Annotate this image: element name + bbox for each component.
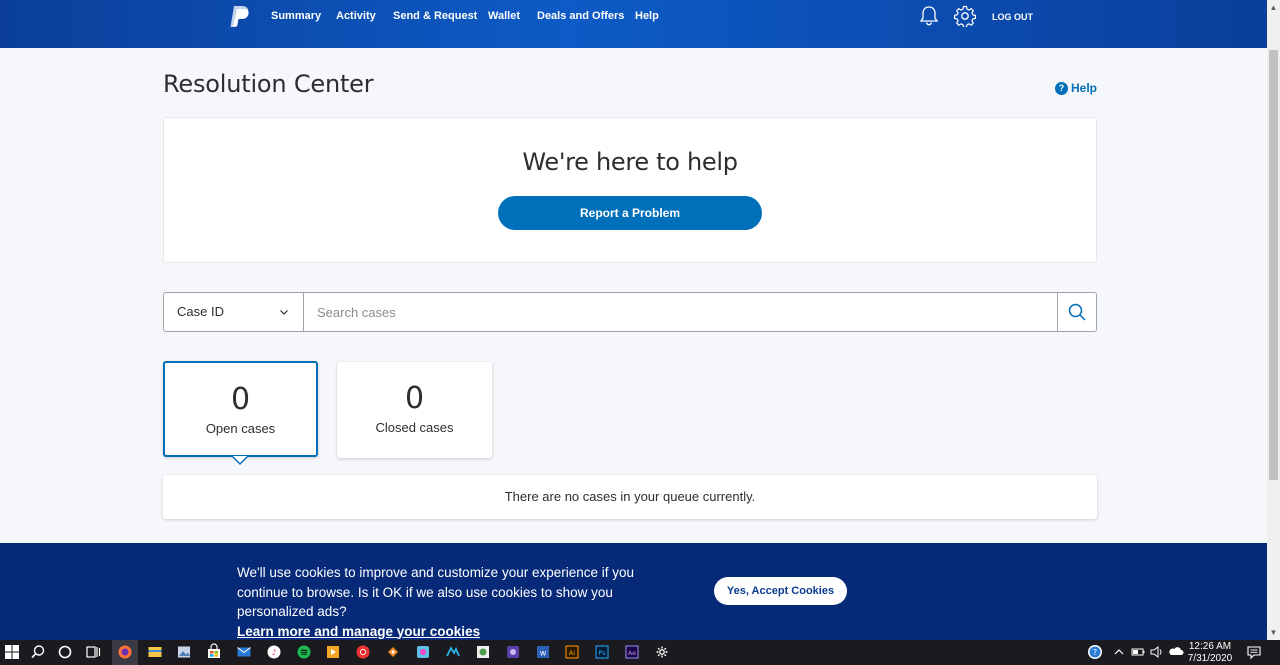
svg-text:Ae: Ae [628, 649, 636, 657]
search-cases-input[interactable] [305, 293, 1057, 331]
top-nav: Summary Activity Send & Request Wallet D… [0, 0, 1267, 48]
settings-icon[interactable] [654, 643, 670, 661]
cortana-icon[interactable] [57, 643, 73, 661]
help-link[interactable]: ? Help [1055, 81, 1097, 95]
nav-deals-offers[interactable]: Deals and Offers [537, 10, 624, 22]
page-title: Resolution Center [163, 70, 374, 98]
illustrator-icon[interactable]: Ai [564, 643, 580, 661]
onedrive-icon[interactable] [1168, 643, 1184, 661]
bell-icon[interactable] [918, 5, 940, 27]
store-icon[interactable] [206, 643, 222, 661]
spotify-icon[interactable] [296, 643, 312, 661]
action-center-icon[interactable] [1246, 643, 1262, 661]
file-explorer-icon[interactable] [147, 643, 163, 661]
firefox-icon[interactable] [117, 643, 133, 661]
case-type-select[interactable]: Case ID [164, 293, 304, 331]
logout-link[interactable]: LOG OUT [992, 12, 1033, 22]
help-card: We're here to help Report a Problem [163, 117, 1097, 263]
help-tray-icon[interactable]: ? [1087, 643, 1103, 661]
selected-card-pointer-inner [233, 456, 247, 463]
app-icon[interactable] [445, 643, 461, 661]
search-button[interactable] [1057, 293, 1096, 331]
svg-text:?: ? [1093, 648, 1097, 657]
task-view-icon[interactable] [85, 643, 101, 661]
media-player-icon[interactable] [325, 643, 341, 661]
windows-start-icon[interactable] [4, 643, 20, 661]
manage-cookies-link[interactable]: Learn more and manage your cookies [237, 624, 480, 639]
svg-text:♪: ♪ [271, 648, 276, 657]
closed-cases-label: Closed cases [375, 420, 454, 435]
itunes-icon[interactable]: ♪ [266, 643, 282, 661]
svg-text:Ps: Ps [598, 649, 606, 657]
search-icon[interactable] [30, 643, 46, 661]
word-icon[interactable]: w [535, 643, 551, 661]
photos-icon[interactable] [176, 643, 192, 661]
volume-icon[interactable] [1149, 643, 1165, 661]
battery-icon[interactable] [1130, 643, 1146, 661]
question-icon: ? [1055, 81, 1068, 95]
empty-queue-message: There are no cases in your queue current… [163, 475, 1097, 519]
photoshop-icon[interactable]: Ps [594, 643, 610, 661]
search-icon [1068, 303, 1086, 321]
help-link-label: Help [1071, 81, 1098, 95]
scroll-down-arrow-icon[interactable]: ▼ [1267, 625, 1280, 640]
nav-activity[interactable]: Activity [336, 10, 376, 22]
gear-icon[interactable] [954, 5, 976, 27]
case-type-selected: Case ID [177, 304, 224, 319]
chevron-down-icon [280, 310, 288, 315]
svg-text:w: w [540, 649, 547, 658]
taskbar-time[interactable]: 12:26 AM [1187, 641, 1233, 652]
scrollbar-thumb[interactable] [1269, 50, 1278, 480]
mail-icon[interactable] [236, 643, 252, 661]
closed-cases-card[interactable]: 0 Closed cases [337, 362, 492, 458]
cookie-message: We'll use cookies to improve and customi… [237, 565, 635, 619]
app-icon[interactable] [385, 643, 401, 661]
app-icon[interactable] [475, 643, 491, 661]
open-cases-card[interactable]: 0 Open cases [163, 361, 318, 457]
after-effects-icon[interactable]: Ae [624, 643, 640, 661]
help-card-title: We're here to help [522, 148, 738, 176]
svg-text:Ai: Ai [569, 649, 575, 657]
open-cases-count: 0 [230, 382, 251, 417]
scroll-up-arrow-icon[interactable]: ▲ [1267, 0, 1280, 15]
accept-cookies-button[interactable]: Yes, Accept Cookies [714, 577, 847, 605]
case-search-bar: Case ID [163, 292, 1097, 332]
paypal-logo-icon[interactable] [229, 5, 251, 29]
nav-summary[interactable]: Summary [271, 10, 321, 22]
cookie-text-block: We'll use cookies to improve and customi… [237, 563, 687, 641]
chevron-up-icon[interactable] [1111, 643, 1127, 661]
report-problem-button[interactable]: Report a Problem [498, 196, 762, 230]
open-cases-label: Open cases [205, 421, 276, 436]
chrome-icon[interactable] [355, 643, 371, 661]
taskbar-date[interactable]: 7/31/2020 [1187, 653, 1233, 664]
app-icon[interactable] [415, 643, 431, 661]
app-icon[interactable] [505, 643, 521, 661]
nav-help[interactable]: Help [635, 10, 659, 22]
nav-wallet[interactable]: Wallet [488, 10, 520, 22]
cookie-banner: We'll use cookies to improve and customi… [0, 543, 1267, 640]
nav-send-request[interactable]: Send & Request [393, 10, 477, 22]
closed-cases-count: 0 [404, 381, 425, 416]
